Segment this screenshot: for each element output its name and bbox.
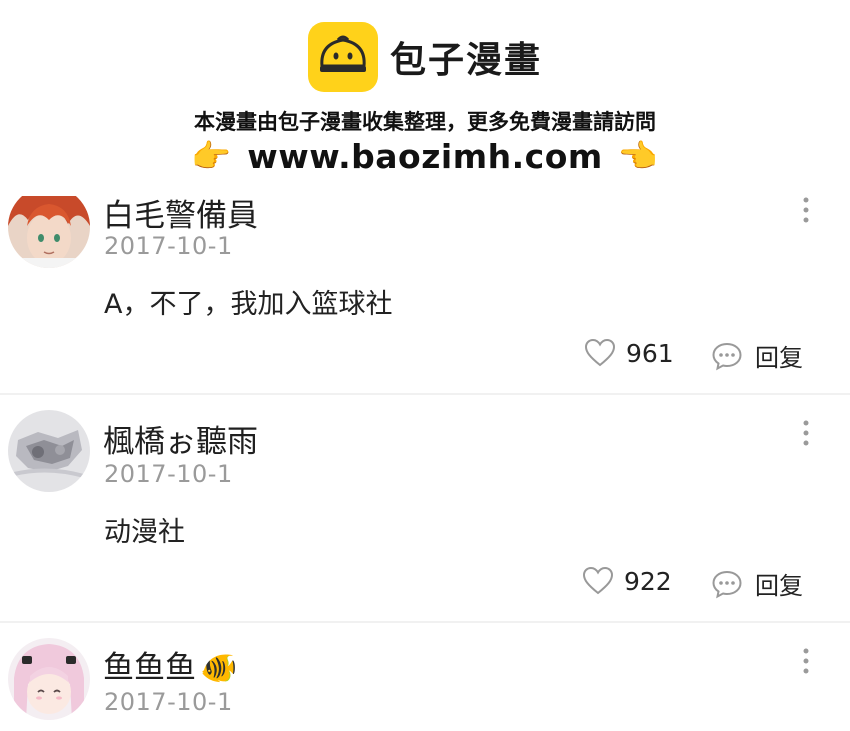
comment-date: 2017-10-1 [104,688,233,716]
comment-date: 2017-10-1 [104,460,233,488]
site-url[interactable]: www.baozimh.com [247,137,603,176]
reply-label: 回复 [755,572,803,600]
username[interactable]: 鱼鱼鱼 🐠 [103,642,237,687]
like-button[interactable]: 922 [582,566,672,596]
more-vertical-icon[interactable] [796,646,816,676]
divider [0,393,850,395]
heart-icon [584,338,616,367]
watermark-notice: 本漫畫由包子漫畫收集整理，更多免費漫畫請訪問 [194,110,656,134]
logo-row: 包子漫畫 [0,22,850,92]
username-text: 鱼鱼鱼 [103,650,196,686]
url-row: 👉 www.baozimh.com 👉 [0,136,850,176]
pointing-hand-icon: 👉 [191,137,232,175]
comment-text: 动漫社 [104,517,185,548]
fish-emoji: 🐠 [200,651,238,686]
reply-label: 回复 [755,344,803,372]
watermark-banner: 包子漫畫 本漫畫由包子漫畫收集整理，更多免費漫畫請訪問 👉 www.baozim… [0,0,850,196]
avatar[interactable] [8,186,90,268]
comment-item: 鱼鱼鱼 🐠 2017-10-1 [0,624,850,731]
reply-button[interactable]: 回复 [711,566,803,601]
more-vertical-icon[interactable] [796,195,816,225]
comment-text: A，不了，我加入篮球社 [104,289,393,320]
chat-bubble-icon [712,570,742,598]
avatar[interactable] [8,638,90,720]
baozi-logo-icon [307,22,378,92]
pointing-hand-icon: 👉 [618,137,659,175]
avatar[interactable] [8,410,90,492]
heart-icon [582,566,614,595]
username[interactable]: 白毛警備員 [103,190,258,235]
comment-date: 2017-10-1 [104,232,233,260]
comment-item: 楓橋ぉ聽雨 2017-10-1 动漫社 922 回复 [0,396,850,621]
brand-name: 包子漫畫 [389,40,542,81]
username[interactable]: 楓橋ぉ聽雨 [103,416,258,461]
like-count: 961 [626,338,674,368]
reply-button[interactable]: 回复 [711,338,803,373]
divider [0,621,850,623]
like-button[interactable]: 961 [584,338,674,368]
like-count: 922 [624,566,672,596]
chat-bubble-icon [712,342,742,370]
more-vertical-icon[interactable] [796,418,816,448]
comment-item: 白毛警備員 2017-10-1 A，不了，我加入篮球社 961 回复 [0,186,850,392]
